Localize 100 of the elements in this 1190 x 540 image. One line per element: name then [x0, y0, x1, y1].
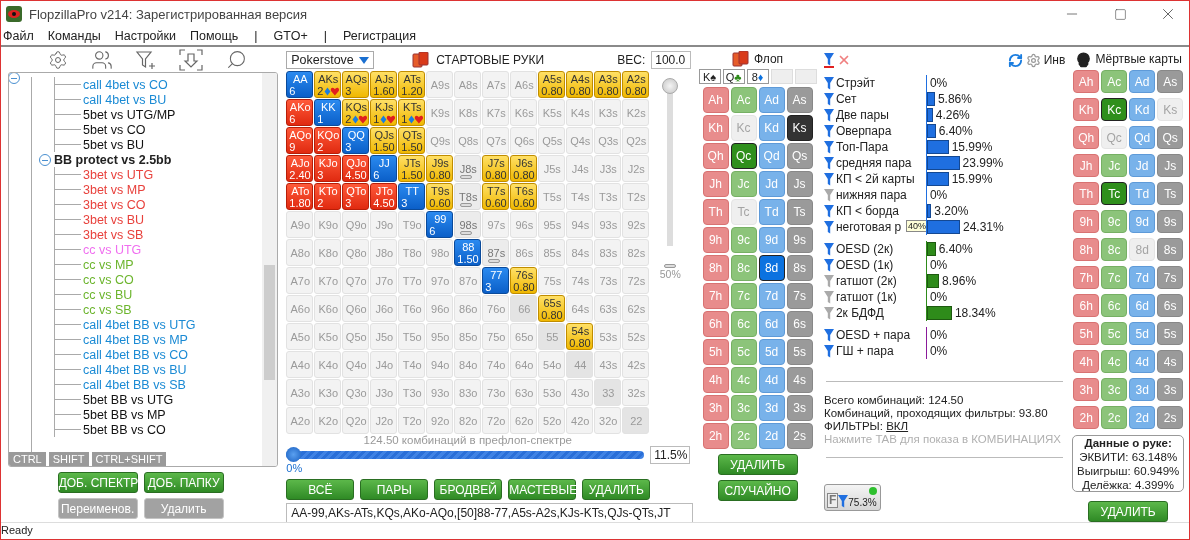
collapse-icon[interactable] — [39, 153, 51, 166]
hand-cell[interactable]: 74s — [566, 267, 594, 294]
card-button[interactable]: 8s — [786, 255, 813, 281]
hand-cell[interactable]: J2o — [370, 407, 398, 434]
card-button[interactable]: 2d — [1129, 406, 1156, 429]
card-button[interactable]: Qd — [758, 143, 785, 169]
hand-cell[interactable]: AQs 3 — [342, 71, 370, 98]
tree-action-button[interactable]: ДОБ. ПАПКУ — [143, 472, 224, 493]
hand-cell[interactable]: J3o — [370, 379, 398, 406]
hand-cell[interactable]: 42s — [622, 351, 650, 378]
card-button[interactable]: Qh — [702, 143, 729, 169]
card-button[interactable]: 5d — [758, 339, 785, 365]
card-button[interactable]: 3c — [1101, 378, 1128, 401]
hand-cell[interactable]: Q7s — [482, 127, 510, 154]
hand-cell[interactable]: 97o — [426, 267, 454, 294]
card-button[interactable]: 8c — [730, 255, 757, 281]
hand-cell[interactable]: 63s — [594, 295, 622, 322]
hand-cell[interactable]: K7s — [482, 99, 510, 126]
tree-item[interactable]: call 4bet BB vs SB — [83, 377, 186, 392]
tree-item[interactable]: 3bet vs UTG — [83, 167, 154, 182]
filter-icon[interactable] — [823, 92, 834, 106]
card-button[interactable]: Tc — [1101, 182, 1128, 205]
menu-item[interactable]: Файл — [3, 29, 34, 43]
hand-cell[interactable]: 65o — [510, 323, 538, 350]
board-card[interactable]: Q♣ — [722, 69, 745, 84]
hand-cell[interactable]: K2s — [622, 99, 650, 126]
card-button[interactable]: 2c — [730, 423, 757, 449]
tree-item[interactable]: call 4bet BB vs CO — [83, 347, 188, 362]
tree-item[interactable]: call 4bet BB vs BU — [83, 362, 187, 377]
card-button[interactable]: Js — [786, 171, 813, 197]
card-button[interactable]: Jh — [1073, 154, 1100, 177]
card-button[interactable]: 9h — [1073, 210, 1100, 233]
hand-cell[interactable]: A3o — [286, 379, 314, 406]
hand-cell[interactable]: 77 3 — [482, 267, 510, 294]
card-button[interactable]: 9c — [1101, 210, 1128, 233]
hand-cell[interactable]: 95s — [538, 211, 566, 238]
hand-cell[interactable]: K2o — [314, 407, 342, 434]
filter-icon[interactable] — [823, 108, 834, 122]
range-text-field[interactable]: AA-99,AKs-ATs,KQs,AKo-AQo,[50]88-77,A5s-A2s,KJs-KTs,QJs-QTs,JT — [286, 503, 694, 523]
card-button[interactable]: 9d — [758, 227, 785, 253]
hand-cell[interactable]: 93s — [594, 211, 622, 238]
menu-item[interactable]: Помощь — [190, 29, 239, 43]
card-button[interactable]: Ah — [1073, 70, 1100, 93]
tree-item[interactable]: cc vs BU — [83, 287, 133, 302]
card-button[interactable]: As — [1157, 70, 1184, 93]
hand-cell[interactable]: T3o — [398, 379, 426, 406]
filter-icon[interactable] — [823, 344, 834, 358]
hand-cell[interactable]: 92s — [622, 211, 650, 238]
hand-cell[interactable]: 66 — [510, 295, 538, 322]
card-button[interactable]: Th — [702, 199, 729, 225]
hand-cell[interactable]: A2o — [286, 407, 314, 434]
hand-cell[interactable]: K7o — [314, 267, 342, 294]
hand-cell[interactable]: K3s — [594, 99, 622, 126]
hand-cell[interactable]: 93o — [426, 379, 454, 406]
card-button[interactable]: 3s — [1157, 378, 1184, 401]
menu-item[interactable]: Регистрация — [342, 29, 416, 43]
hand-cell[interactable]: QTs 1.50 — [398, 127, 426, 154]
card-button[interactable]: 6c — [730, 311, 757, 337]
card-button[interactable]: 8d — [758, 255, 785, 281]
card-button[interactable]: 4c — [730, 367, 757, 393]
hand-cell[interactable]: 63o — [510, 379, 538, 406]
card-button[interactable]: 3c — [730, 395, 757, 421]
hand-cell[interactable]: T6s 0.60 — [510, 183, 538, 210]
hand-cell[interactable]: KQs 2 — [342, 99, 370, 126]
tree-folder[interactable]: BB protect vs 2.5bb — [54, 152, 172, 167]
hand-cell[interactable]: Q2o — [342, 407, 370, 434]
card-button[interactable]: Kd — [1129, 98, 1156, 121]
hand-cell[interactable]: T3s — [594, 183, 622, 210]
tree-item[interactable]: 5bet BB vs UTG — [83, 392, 174, 407]
hand-cell[interactable]: 95o — [426, 323, 454, 350]
hand-cell[interactable]: J5o — [370, 323, 398, 350]
hand-cell[interactable]: T9o — [398, 211, 426, 238]
hand-cell[interactable]: Q5s — [538, 127, 566, 154]
hand-cell[interactable]: A3s 0.80 — [594, 71, 622, 98]
hand-cell[interactable]: T4o — [398, 351, 426, 378]
hand-cell[interactable]: AA 6 — [286, 71, 314, 98]
hand-cell[interactable]: A9o — [286, 211, 314, 238]
weight-field[interactable]: 100.0 — [651, 51, 692, 69]
hand-cell[interactable]: 65s 0.80 — [538, 295, 566, 322]
search-icon[interactable] — [225, 48, 247, 71]
hand-cell[interactable]: K9s — [426, 99, 454, 126]
hand-cell[interactable]: Q3s — [594, 127, 622, 154]
hand-cell[interactable]: T2o — [398, 407, 426, 434]
hand-cell[interactable]: 55 — [538, 323, 566, 350]
hand-cell[interactable]: 33 — [594, 379, 622, 406]
card-button[interactable]: 2d — [758, 423, 785, 449]
hand-cell[interactable]: JJ 6 — [370, 155, 398, 182]
hand-cell[interactable]: 82s — [622, 239, 650, 266]
card-button[interactable]: Js — [1157, 154, 1184, 177]
card-button[interactable]: 5h — [702, 339, 729, 365]
card-button[interactable]: Ts — [1157, 182, 1184, 205]
hand-cell[interactable]: A4o — [286, 351, 314, 378]
hand-cell[interactable]: A4s 0.80 — [566, 71, 594, 98]
hand-cell[interactable]: Q3o — [342, 379, 370, 406]
hand-cell[interactable]: 54o — [538, 351, 566, 378]
card-button[interactable]: 2s — [1157, 406, 1184, 429]
hand-cell[interactable]: T4s — [566, 183, 594, 210]
card-button[interactable]: Ac — [730, 87, 757, 113]
card-button[interactable]: 6c — [1101, 294, 1128, 317]
tree-item[interactable]: 5bet BB vs MP — [83, 407, 166, 422]
